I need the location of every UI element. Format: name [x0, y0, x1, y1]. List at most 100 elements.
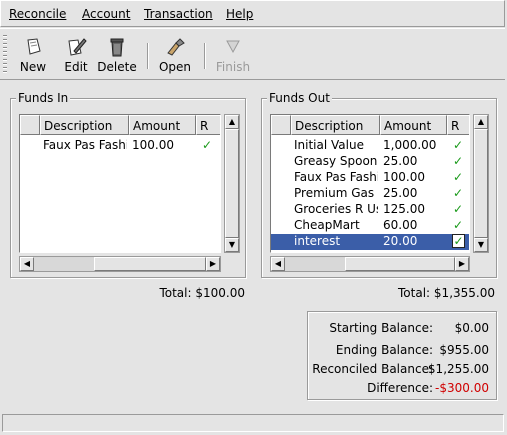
row-description: Faux Pas Fashions [43, 138, 127, 152]
scroll-thumb[interactable] [345, 257, 455, 271]
scroll-down-arrow-icon[interactable]: ▼ [474, 238, 488, 252]
finish-icon [226, 40, 240, 54]
scroll-down-arrow-icon[interactable]: ▼ [225, 238, 239, 252]
table-row[interactable]: Faux Pas Fashions 100.00 ✓ [20, 138, 220, 154]
menu-transaction[interactable]: Transaction [144, 7, 213, 21]
row-amount: 20.00 [383, 234, 418, 248]
row-description: CheapMart [294, 218, 360, 232]
edit-label: Edit [64, 60, 88, 74]
scroll-right-arrow-icon[interactable]: ▶ [455, 257, 469, 271]
funds-out-title: Funds Out [267, 91, 332, 105]
table-row[interactable]: Greasy Spoon 25.00 ✓ [271, 154, 469, 170]
balance-summary: Starting Balance: $0.00 Ending Balance: … [307, 311, 497, 400]
open-label: Open [158, 60, 192, 74]
status-bar [2, 414, 504, 432]
column-header-reconciled[interactable]: R [447, 115, 469, 135]
funds-out-horizontal-scrollbar[interactable]: ◀ ▶ [270, 256, 470, 272]
funds-in-title: Funds In [16, 91, 71, 105]
finish-button[interactable]: Finish [214, 29, 252, 79]
scroll-left-arrow-icon[interactable]: ◀ [20, 257, 34, 271]
funds-out-total: Total: $1,355.00 [398, 286, 495, 300]
funds-in-total: Total: $100.00 [159, 286, 245, 300]
row-description: Greasy Spoon [294, 154, 378, 168]
starting-balance-value: $0.00 [454, 321, 489, 335]
reconciled-check-icon[interactable]: ✓ [453, 186, 463, 200]
reconciled-check-icon[interactable]: ✓ [453, 218, 463, 232]
funds-in-vertical-scrollbar[interactable]: ▲ ▼ [224, 114, 240, 253]
new-icon [27, 38, 41, 55]
scroll-up-arrow-icon[interactable]: ▲ [225, 115, 239, 129]
reconciled-check-icon[interactable]: ✓ [453, 154, 463, 168]
funds-in-frame: Funds In Description Amount R Faux Pas F… [10, 91, 246, 278]
table-row[interactable]: Initial Value 1,000.00 ✓ [271, 138, 469, 154]
funds-in-total-value: $100.00 [195, 286, 245, 300]
open-icon [167, 38, 185, 56]
row-amount: 60.00 [383, 218, 418, 232]
row-amount: 100.00 [132, 138, 174, 152]
toolbar-separator [204, 43, 206, 69]
funds-out-vertical-scrollbar[interactable]: ▲ ▼ [473, 114, 489, 253]
new-button[interactable]: New [16, 29, 50, 79]
finish-label: Finish [215, 60, 251, 74]
row-amount: 1,000.00 [383, 138, 437, 152]
column-header-reconciled[interactable]: R [196, 115, 220, 135]
toolbar-separator [147, 43, 149, 69]
table-row[interactable]: Groceries R Us 125.00 ✓ [271, 202, 469, 218]
difference-value: -$300.00 [435, 381, 489, 395]
open-button[interactable]: Open [156, 29, 194, 79]
row-amount: 25.00 [383, 154, 418, 168]
row-description: Initial Value [294, 138, 364, 152]
funds-in-list[interactable]: Description Amount R Faux Pas Fashions 1… [19, 114, 221, 253]
scroll-thumb[interactable] [225, 129, 239, 238]
funds-out-total-label: Total: [398, 286, 431, 300]
scroll-right-arrow-icon[interactable]: ▶ [206, 257, 220, 271]
funds-out-total-value: $1,355.00 [433, 286, 495, 300]
scroll-left-arrow-icon[interactable]: ◀ [271, 257, 285, 271]
edit-icon [68, 38, 87, 56]
toolbar-grip[interactable] [3, 35, 7, 75]
table-row[interactable]: Faux Pas Fashions 100.00 ✓ [271, 170, 469, 186]
funds-in-horizontal-scrollbar[interactable]: ◀ ▶ [19, 256, 221, 272]
row-description: Groceries R Us [294, 202, 378, 216]
reconciled-check-icon[interactable]: ✓ [453, 202, 463, 216]
toolbar: New Edit Delete Open Finish [0, 28, 505, 80]
edit-button[interactable]: Edit [60, 29, 92, 79]
menu-bar: Reconcile Account Transaction Help [0, 0, 505, 27]
column-header-amount[interactable]: Amount [129, 115, 196, 135]
delete-label: Delete [97, 60, 137, 74]
new-label: New [19, 60, 47, 74]
delete-button[interactable]: Delete [96, 29, 138, 79]
column-header-amount[interactable]: Amount [380, 115, 447, 135]
column-header-blank[interactable] [271, 115, 291, 135]
table-row[interactable]: CheapMart 60.00 ✓ [271, 218, 469, 234]
column-header-blank[interactable] [20, 115, 40, 135]
menu-account[interactable]: Account [82, 7, 130, 21]
ending-balance-label: Ending Balance: [335, 343, 433, 357]
scroll-thumb[interactable] [474, 129, 488, 238]
delete-icon [110, 38, 124, 57]
row-amount: 125.00 [383, 202, 425, 216]
row-amount: 25.00 [383, 186, 418, 200]
funds-in-total-label: Total: [159, 286, 192, 300]
scroll-up-arrow-icon[interactable]: ▲ [474, 115, 488, 129]
row-description: interest [294, 234, 341, 248]
column-header-description[interactable]: Description [40, 115, 129, 135]
scroll-thumb[interactable] [94, 257, 206, 271]
menu-reconcile[interactable]: Reconcile [9, 7, 66, 21]
table-row-selected[interactable]: interest 20.00 ✓ [271, 234, 469, 250]
funds-out-frame: Funds Out Description Amount R Initial V… [261, 91, 497, 278]
reconciled-balance-value: $1,255.00 [427, 362, 489, 376]
ending-balance-value: $955.00 [439, 343, 489, 357]
row-description: Faux Pas Fashions [294, 170, 378, 184]
reconciled-check-icon[interactable]: ✓ [202, 138, 212, 152]
column-header-description[interactable]: Description [291, 115, 380, 135]
starting-balance-label: Starting Balance: [329, 321, 433, 335]
row-description: Premium Gas [294, 186, 375, 200]
reconciled-check-icon[interactable]: ✓ [452, 234, 465, 248]
menu-help[interactable]: Help [226, 7, 253, 21]
reconciled-check-icon[interactable]: ✓ [453, 170, 463, 184]
funds-out-list[interactable]: Description Amount R Initial Value 1,000… [270, 114, 470, 253]
reconciled-check-icon[interactable]: ✓ [453, 138, 463, 152]
table-row[interactable]: Premium Gas 25.00 ✓ [271, 186, 469, 202]
difference-label: Difference: [367, 381, 433, 395]
